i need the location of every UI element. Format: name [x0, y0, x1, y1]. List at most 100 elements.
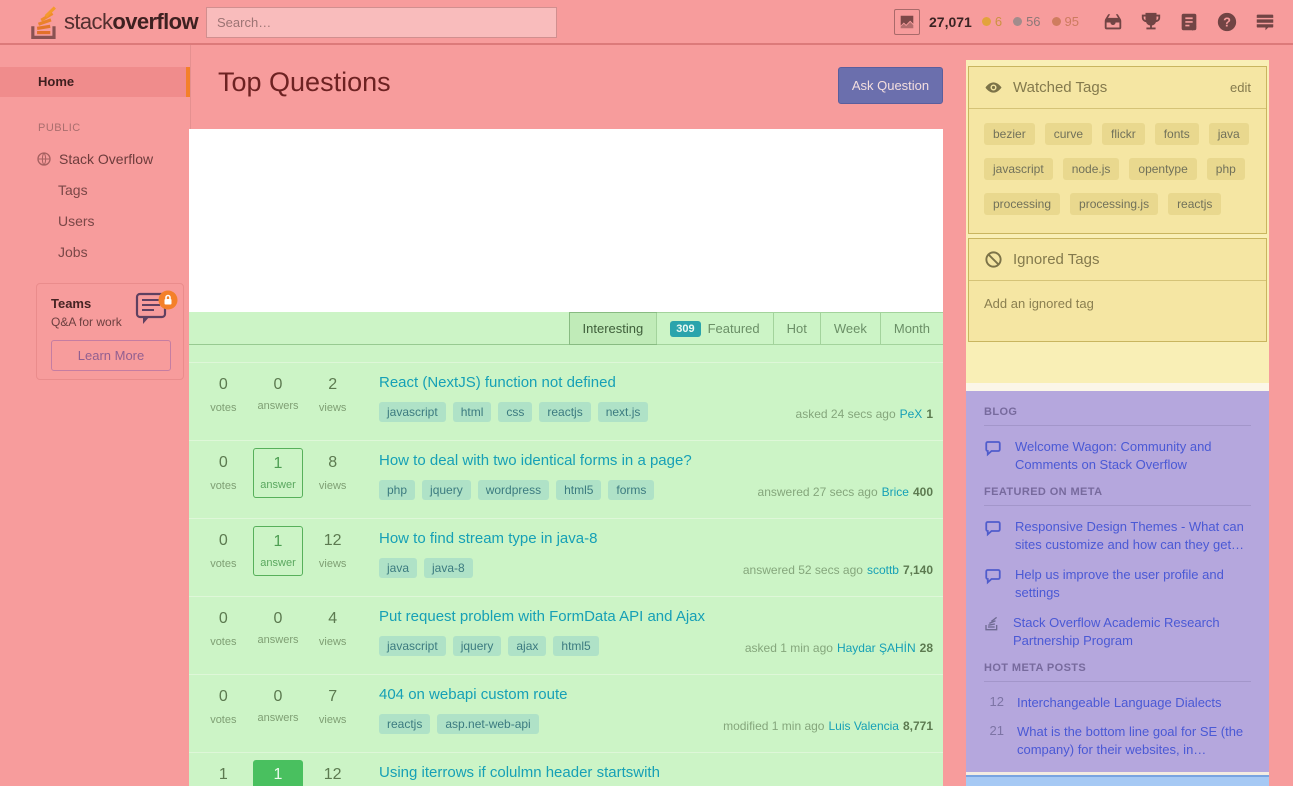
add-ignored-tag-link[interactable]: Add an ignored tag [984, 295, 1251, 323]
meta-post-link[interactable]: Help us improve the user profile and set… [1015, 566, 1251, 602]
stackoverflow-logo[interactable]: stackoverflow [30, 4, 199, 40]
watched-tags-body: bezier curve flickr fonts java javascript node… [969, 109, 1266, 233]
watched-tag-pill[interactable]: opentype [1129, 158, 1197, 180]
watched-tag-pill[interactable]: fonts [1154, 123, 1199, 145]
tab-label: Interesting [582, 321, 644, 336]
watched-tag-pill[interactable]: flickr [1102, 123, 1145, 145]
watched-tag-pill[interactable]: node.js [1062, 158, 1120, 180]
sidebar-item-tags[interactable]: Tags [0, 175, 190, 205]
question-title-link[interactable]: 404 on webapi custom route [379, 686, 567, 705]
badge-silver[interactable]: 56 [1013, 14, 1041, 29]
tag-pill[interactable]: html [452, 401, 492, 422]
watched-tag-pill[interactable]: processing [984, 193, 1061, 215]
user-link[interactable]: Brice [882, 485, 909, 499]
question-title-link[interactable]: Put request problem with FormData API an… [379, 608, 705, 627]
watched-tag-pill[interactable]: curve [1044, 123, 1093, 145]
sidebar-item-stack-overflow[interactable]: Stack Overflow [0, 144, 190, 174]
search-input[interactable] [206, 7, 557, 38]
question-row: 0 votes 1 answer 8 views How to deal with two … [189, 440, 943, 518]
answers-box: 0 answers [253, 604, 303, 652]
question-title-link[interactable]: React (NextJS) function not defined [379, 374, 616, 393]
badge-gold[interactable]: 6 [981, 14, 1002, 29]
question-row: 0 votes 0 answers 2 views React (NextJS) funct… [189, 362, 943, 440]
user-link[interactable]: PeX [900, 407, 923, 421]
tab-week[interactable]: Week [819, 313, 880, 344]
question-title-link[interactable]: Using iterrows if colulmn header startsw… [379, 764, 660, 783]
votes-label: votes [210, 558, 237, 570]
tag-pill[interactable]: reactjs [539, 401, 591, 422]
views-label: views [318, 558, 347, 570]
watched-tags-edit-link[interactable]: edit [1230, 80, 1251, 95]
answers-stat: 1 answer [252, 526, 305, 596]
achievements-icon[interactable] [1140, 10, 1164, 34]
activity-time: asked 1 min ago [744, 641, 833, 655]
activity-time: answered 27 secs ago [757, 485, 878, 499]
watched-tag-pill[interactable]: javascript [984, 158, 1053, 180]
votes-stat: 0 votes [197, 610, 250, 674]
badge-bronze[interactable]: 95 [1051, 14, 1079, 29]
tab-featured[interactable]: 309 Featured [656, 313, 772, 344]
tag-pill[interactable]: php [379, 479, 416, 500]
avatar[interactable] [894, 8, 920, 35]
user-link[interactable]: Luis Valencia [828, 719, 899, 733]
user-link[interactable]: scottb [867, 563, 899, 577]
tag-pill[interactable]: html5 [553, 635, 599, 656]
watched-tag-pill[interactable]: java [1208, 123, 1249, 145]
question-title-link[interactable]: How to find stream type in java-8 [379, 530, 597, 549]
tag-pill[interactable]: forms [608, 479, 655, 500]
views-count: 12 [323, 766, 342, 783]
meta-post-link[interactable]: What is the bottom line goal for SE (the… [1017, 723, 1251, 759]
sidebar-item-home[interactable]: Home [0, 67, 190, 97]
inbox-icon[interactable] [1102, 10, 1126, 34]
watched-tag-pill[interactable]: bezier [984, 123, 1035, 145]
next-module-edge [966, 775, 1269, 786]
tab-interesting[interactable]: Interesting [568, 312, 658, 345]
eye-icon [984, 78, 1003, 97]
question-title-link[interactable]: How to deal with two identical forms in … [379, 452, 692, 471]
reputation-score[interactable]: 27,071 [929, 14, 972, 30]
sidebar-item-label: Jobs [58, 244, 88, 260]
tag-pill[interactable]: html5 [556, 479, 602, 500]
meta-post-link[interactable]: Welcome Wagon: Community and Comments on… [1015, 438, 1251, 474]
review-icon[interactable] [1178, 10, 1202, 34]
tag-pill[interactable]: jquery [422, 479, 471, 500]
sidebar-item-users[interactable]: Users [0, 206, 190, 236]
tag-pill[interactable]: java-8 [424, 557, 473, 578]
question-body: How to deal with two identical forms in … [361, 441, 943, 518]
watched-tag-pill[interactable]: processing.js [1070, 193, 1159, 215]
meta-post-link[interactable]: Stack Overflow Academic Research Partner… [1013, 614, 1251, 650]
views-stat: 12 views [306, 532, 359, 596]
meta-post-link[interactable]: Interchangeable Language Dialects [1017, 694, 1222, 712]
watched-tag-pill[interactable]: reactjs [1168, 193, 1222, 215]
watched-tag-pill[interactable]: php [1206, 158, 1245, 180]
tag-pill[interactable]: javascript [379, 635, 446, 656]
tag-pill[interactable]: asp.net-web-api [437, 713, 539, 734]
question-stats: 0 votes 0 answers 4 views [189, 597, 361, 674]
user-link[interactable]: Haydar ŞAHİN [837, 641, 916, 655]
help-icon[interactable]: ? [1216, 10, 1240, 34]
views-label: views [318, 402, 347, 414]
tag-pill[interactable]: reactjs [379, 713, 431, 734]
views-count: 12 [323, 532, 342, 549]
views-count: 4 [328, 610, 338, 627]
site-switcher-icon[interactable] [1254, 10, 1278, 34]
sidebar-item-label: Users [58, 213, 95, 229]
tag-pill[interactable]: css [498, 401, 533, 422]
meta-list-item: Welcome Wagon: Community and Comments on… [984, 438, 1251, 474]
tag-pill[interactable]: wordpress [477, 479, 550, 500]
tab-label: Featured [707, 321, 760, 336]
ignored-tags-body: Add an ignored tag [969, 281, 1266, 341]
tag-pill[interactable]: java [379, 557, 418, 578]
user-reputation: 7,140 [902, 563, 933, 577]
sidebar-item-jobs[interactable]: Jobs [0, 237, 190, 267]
tab-month[interactable]: Month [879, 313, 943, 344]
meta-post-link[interactable]: Responsive Design Themes - What can site… [1015, 518, 1251, 554]
tab-hot[interactable]: Hot [772, 313, 820, 344]
tag-pill[interactable]: javascript [379, 401, 446, 422]
votes-count: 1 [218, 766, 228, 783]
tag-pill[interactable]: jquery [452, 635, 502, 656]
ask-question-button[interactable]: Ask Question [838, 67, 943, 104]
tag-pill[interactable]: next.js [597, 401, 649, 422]
learn-more-button[interactable]: Learn More [51, 340, 171, 371]
tag-pill[interactable]: ajax [508, 635, 547, 656]
